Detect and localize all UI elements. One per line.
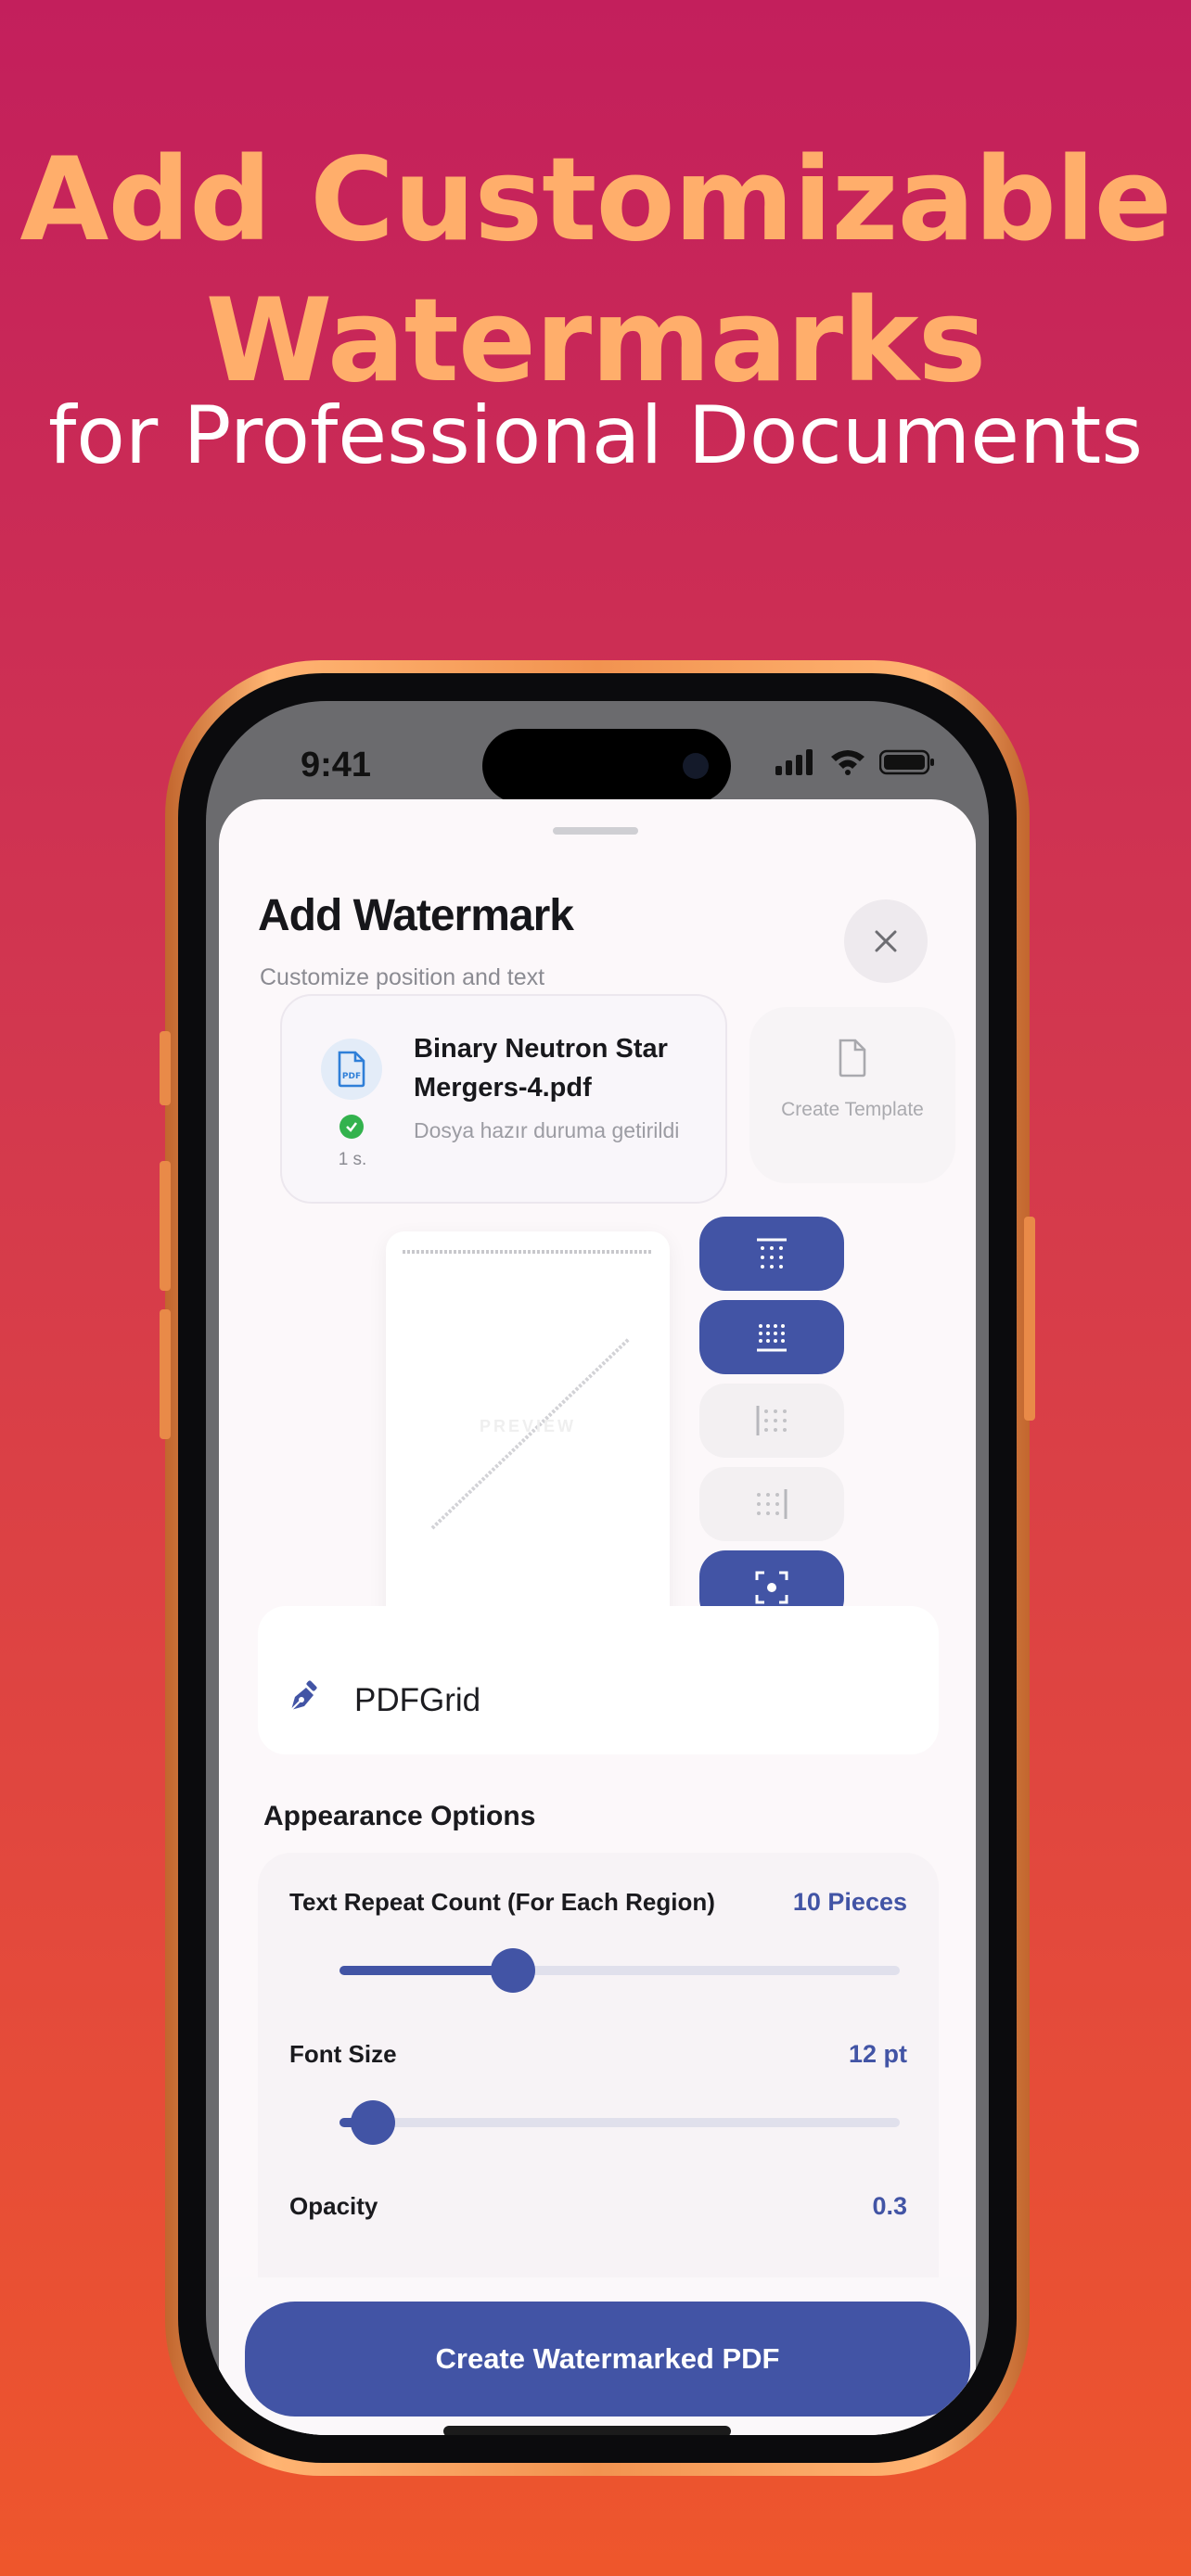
battery-icon: [879, 749, 934, 775]
camera-dot: [683, 753, 709, 779]
create-template-button[interactable]: Create Template: [749, 1007, 955, 1183]
watermark-text-value: PDFGrid: [354, 1682, 481, 1718]
volume-down-button: [160, 1309, 171, 1439]
grid-full-icon: [757, 1324, 787, 1352]
sheet-grabber[interactable]: [553, 827, 638, 835]
signal-icon: [775, 749, 813, 775]
dynamic-island: [482, 729, 731, 803]
home-indicator[interactable]: [443, 2426, 731, 2435]
font-size-slider[interactable]: [339, 2100, 900, 2145]
appearance-options-title: Appearance Options: [263, 1801, 536, 1831]
repeat-count-slider[interactable]: [339, 1948, 900, 1993]
svg-text:PDF: PDF: [342, 1072, 361, 1081]
close-button[interactable]: [844, 899, 928, 983]
power-button: [1024, 1217, 1035, 1421]
file-status: Dosya hazır duruma getirildi: [414, 1118, 680, 1142]
status-icons: [775, 747, 935, 775]
preview-label: PREVIEW: [479, 1417, 576, 1435]
headline: Add Customizable Watermarks: [0, 130, 1191, 412]
create-template-label: Create Template: [781, 1099, 924, 1120]
check-icon: [339, 1115, 364, 1139]
font-size-label: Font Size: [289, 2040, 397, 2068]
repeat-count-label: Text Repeat Count (For Each Region): [289, 1888, 715, 1916]
repeat-count-value: 10 Pieces: [792, 1888, 907, 1916]
phone-screen: 9:41 Add Watermark Customize position an…: [206, 701, 989, 2435]
opacity-value: 0.3: [872, 2192, 907, 2220]
grid-right-icon: [757, 1489, 788, 1519]
appearance-options-card: Text Repeat Count (For Each Region) 10 P…: [258, 1853, 939, 2316]
font-size-thumb[interactable]: [351, 2100, 396, 2145]
watermark-text-field[interactable]: PDFGrid: [258, 1606, 939, 1754]
status-time: 9:41: [301, 746, 372, 784]
headline-line-1: Add Customizable: [19, 134, 1172, 267]
pen-icon: [290, 1680, 317, 1711]
position-full-grid-button[interactable]: [699, 1300, 844, 1374]
focus-center-icon: [755, 1571, 788, 1604]
sheet-title: Add Watermark: [258, 891, 574, 940]
position-top-grid-button[interactable]: [699, 1217, 844, 1291]
position-left-grid-button[interactable]: [699, 1384, 844, 1458]
pdf-file-icon: PDF: [321, 1039, 382, 1100]
repeat-count-fill: [339, 1966, 514, 1975]
position-right-grid-button[interactable]: [699, 1467, 844, 1541]
file-name: Binary Neutron Star Mergers-4.pdf: [414, 1034, 668, 1103]
repeat-count-thumb[interactable]: [491, 1948, 536, 1993]
watermark-preview: PREVIEW: [386, 1231, 670, 1638]
wifi-icon: [831, 750, 864, 775]
grid-top-icon: [757, 1238, 787, 1269]
silent-switch: [160, 1031, 171, 1105]
grid-left-icon: [756, 1406, 787, 1435]
opacity-label: Opacity: [289, 2192, 378, 2220]
sheet-subtitle: Customize position and text: [260, 964, 545, 990]
phone-frame: 9:41 Add Watermark Customize position an…: [160, 660, 1035, 2476]
document-icon: [839, 1039, 866, 1078]
phone-bezel: 9:41 Add Watermark Customize position an…: [178, 673, 1017, 2463]
headline-line-3: for Professional Documents: [47, 389, 1144, 482]
page-count: 1 s.: [338, 1150, 367, 1169]
create-watermarked-pdf-button[interactable]: Create Watermarked PDF: [245, 2302, 970, 2417]
volume-up-button: [160, 1161, 171, 1291]
font-size-value: 12 pt: [848, 2040, 907, 2068]
file-card[interactable]: PDF 1 s. Binary Neutron Star Mergers-4.p…: [280, 994, 727, 1204]
bottom-sheet: Add Watermark Customize position and tex…: [219, 799, 976, 2435]
close-icon: [875, 930, 897, 952]
